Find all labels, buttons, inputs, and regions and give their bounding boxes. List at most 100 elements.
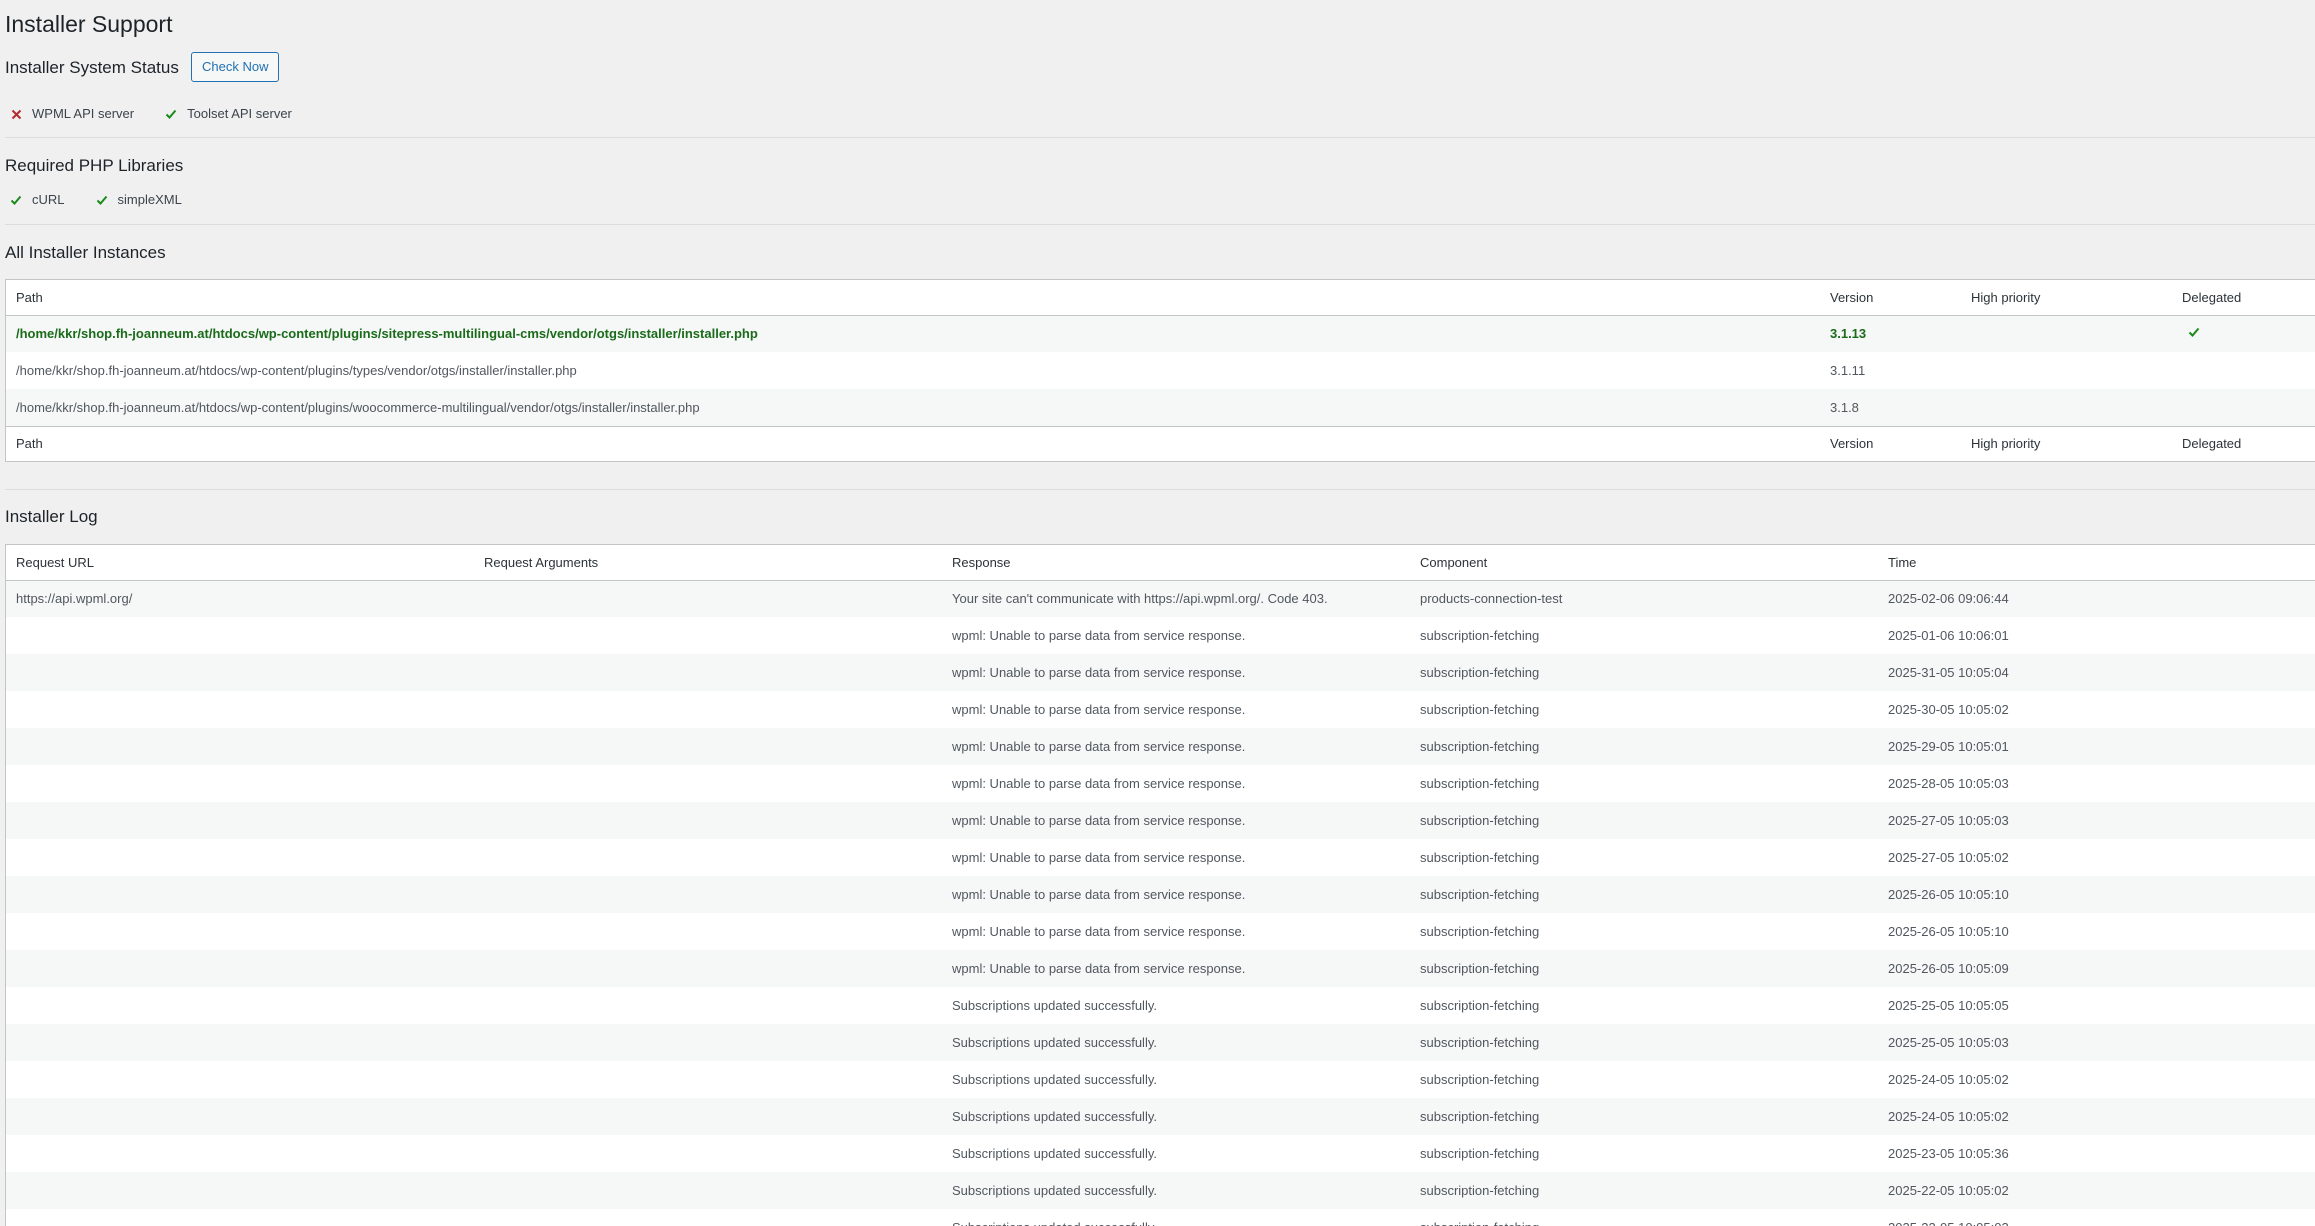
log-time: 2025-31-05 10:05:04: [1888, 665, 2009, 680]
column-header-time: Time: [1878, 545, 2315, 581]
log-response: Subscriptions updated successfully.: [942, 1209, 1410, 1226]
column-footer-high-priority: High priority: [1961, 425, 2172, 461]
log-component: subscription-fetching: [1420, 813, 1540, 828]
log-response: wpml: Unable to parse data from service …: [952, 850, 1246, 865]
column-footer-delegated: Delegated: [2172, 425, 2315, 461]
log-component: subscription-fetching: [1420, 628, 1540, 643]
log-time: 2025-27-05 10:05:03: [1888, 813, 2009, 828]
column-footer-version: Version: [1820, 425, 1961, 461]
log-request-url: [6, 1135, 474, 1172]
log-time: 2025-24-05 10:05:02: [1888, 1109, 2009, 1124]
php-libraries-list: cURL simpleXML: [5, 192, 208, 208]
instance-row: /home/kkr/shop.fh-joanneum.at/htdocs/wp-…: [6, 389, 2315, 426]
log-request-url: [6, 617, 474, 654]
log-request-arguments: [474, 654, 942, 691]
instance-delegated: [2172, 352, 2315, 389]
php-libraries-title: Required PHP Libraries: [5, 156, 184, 175]
log-request-arguments: [474, 728, 942, 765]
status-item: Toolset API server: [164, 106, 292, 122]
log-time: 2025-26-05 10:05:09: [1888, 961, 2009, 976]
log-response: wpml: Unable to parse data from service …: [952, 702, 1246, 717]
log-component: subscription-fetching: [1420, 739, 1540, 754]
log-component: products-connection-test: [1420, 591, 1563, 607]
instance-high-priority: [1961, 315, 2172, 352]
log-response: wpml: Unable to parse data from service …: [952, 628, 1246, 643]
column-header-delegated: Delegated: [2172, 280, 2315, 316]
column-header-component: Component: [1410, 545, 1878, 581]
log-request-arguments: [474, 950, 942, 987]
log-response: Subscriptions updated successfully.: [952, 1072, 1157, 1087]
log-response: wpml: Unable to parse data from service …: [952, 665, 1246, 680]
log-time: 2025-22-05 10:05:02: [1878, 1209, 2315, 1226]
log-request-url: [6, 987, 474, 1024]
divider: [5, 224, 2315, 225]
status-label: Toolset API server: [187, 106, 292, 121]
column-header-request-url: Request URL: [6, 545, 474, 581]
instances-body: /home/kkr/shop.fh-joanneum.at/htdocs/wp-…: [6, 315, 2315, 426]
log-response: Subscriptions updated successfully.: [952, 1109, 1157, 1124]
instance-version: 3.1.13: [1830, 326, 1867, 342]
instances-table: Path Version High priority Delegated /ho…: [5, 279, 2315, 462]
log-row: Subscriptions updated successfully.subsc…: [6, 1209, 2315, 1226]
instance-path: /home/kkr/shop.fh-joanneum.at/htdocs/wp-…: [16, 399, 700, 415]
log-request-url: [6, 913, 474, 950]
status-label: simpleXML: [117, 192, 182, 207]
log-header-row: Request URL Request Arguments Response C…: [6, 545, 2315, 581]
log-table: Request URL Request Arguments Response C…: [5, 544, 2315, 1226]
column-header-request-arguments: Request Arguments: [474, 545, 942, 581]
log-request-url: [6, 1061, 474, 1098]
log-row: Subscriptions updated successfully. subsc…: [6, 1098, 2315, 1135]
log-row: wpml: Unable to parse data from service …: [6, 765, 2315, 802]
log-response: Subscriptions updated successfully.: [952, 1146, 1157, 1161]
log-response: Subscriptions updated successfully.: [952, 1183, 1157, 1198]
instance-high-priority: [1961, 389, 2172, 426]
log-request-arguments: [474, 1024, 942, 1061]
log-time: 2025-26-05 10:05:10: [1888, 924, 2009, 939]
instance-delegated: [2172, 315, 2315, 352]
check-icon: [2188, 326, 2200, 341]
check-icon: [9, 193, 23, 207]
log-component: subscription-fetching: [1420, 665, 1540, 680]
log-component: subscription-fetching: [1420, 924, 1540, 939]
log-component: subscription-fetching: [1420, 1072, 1540, 1087]
log-request-arguments: [474, 1209, 942, 1226]
log-response: wpml: Unable to parse data from service …: [952, 739, 1246, 754]
log-row: https://api.wpml.org/Your site can't com…: [6, 580, 2315, 617]
log-request-arguments: [474, 580, 942, 617]
check-icon: [164, 107, 178, 121]
log-request-arguments: [474, 1061, 942, 1098]
instance-row: /home/kkr/shop.fh-joanneum.at/htdocs/wp-…: [6, 315, 2315, 352]
instances-header-row: Path Version High priority Delegated: [6, 280, 2315, 316]
log-request-url: [6, 654, 474, 691]
log-time: 2025-29-05 10:05:01: [1888, 739, 2009, 754]
log-row: wpml: Unable to parse data from service …: [6, 654, 2315, 691]
divider: [5, 137, 2315, 138]
log-component: subscription-fetching: [1410, 1209, 1878, 1226]
log-response: wpml: Unable to parse data from service …: [952, 961, 1246, 976]
instance-path: /home/kkr/shop.fh-joanneum.at/htdocs/wp-…: [16, 326, 758, 342]
log-time: 2025-28-05 10:05:03: [1888, 776, 2009, 791]
log-request-arguments: [474, 987, 942, 1024]
log-row: Subscriptions updated successfully.subsc…: [6, 1024, 2315, 1061]
log-request-url: [6, 728, 474, 765]
log-request-url: https://api.wpml.org/: [16, 591, 133, 607]
log-response: Subscriptions updated successfully.: [952, 998, 1157, 1013]
status-label: cURL: [32, 192, 65, 207]
status-item: cURL: [9, 192, 65, 208]
log-time: 2025-23-05 10:05:36: [1888, 1146, 2009, 1161]
log-row: wpml: Unable to parse data from service …: [6, 876, 2315, 913]
log-component: subscription-fetching: [1420, 1109, 1540, 1124]
log-response: wpml: Unable to parse data from service …: [952, 813, 1246, 828]
log-request-arguments: [474, 802, 942, 839]
log-request-url: [6, 1024, 474, 1061]
log-request-arguments: [474, 617, 942, 654]
log-component: subscription-fetching: [1420, 887, 1540, 902]
check-now-button[interactable]: Check Now: [191, 52, 280, 82]
status-item: WPML API server: [9, 106, 134, 122]
log-row: Subscriptions updated successfully. subsc…: [6, 1135, 2315, 1172]
divider: [5, 489, 2315, 490]
log-response: wpml: Unable to parse data from service …: [952, 887, 1246, 902]
log-time: 2025-25-05 10:05:05: [1888, 998, 2009, 1013]
log-component: subscription-fetching: [1420, 776, 1540, 791]
log-component: subscription-fetching: [1420, 1146, 1540, 1161]
